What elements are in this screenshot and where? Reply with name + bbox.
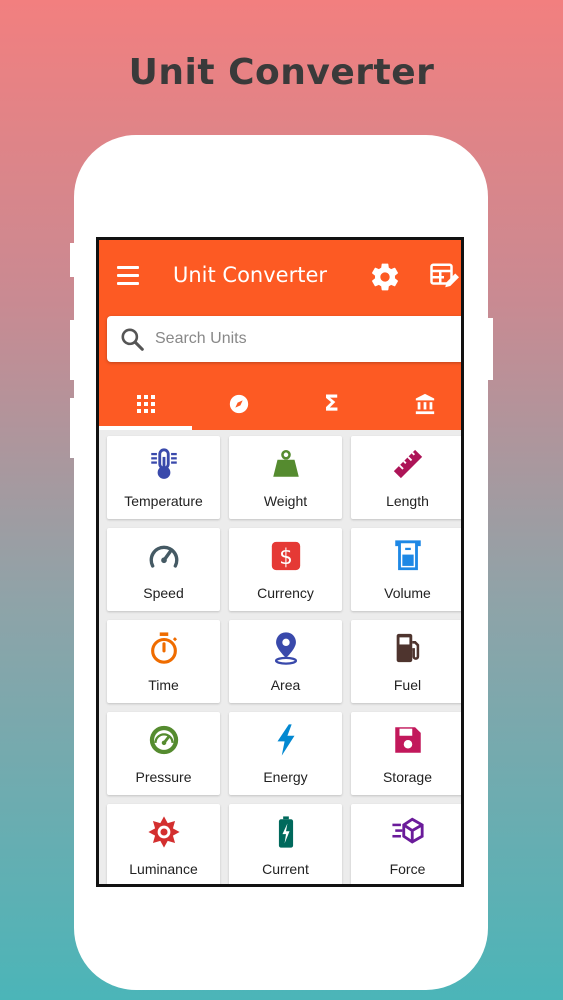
category-label: Volume xyxy=(384,585,431,601)
category-label: Currency xyxy=(257,585,314,601)
phone-side-button xyxy=(70,320,76,380)
phone-side-button xyxy=(70,243,76,277)
category-fuel[interactable]: Fuel xyxy=(351,620,461,703)
tab-compass[interactable] xyxy=(192,378,285,430)
app-bar: Unit Converter Search Units Σ xyxy=(99,240,461,430)
ruler-icon xyxy=(393,449,422,479)
location-pin-icon xyxy=(274,632,297,665)
category-energy[interactable]: Energy xyxy=(229,712,342,795)
sun-icon xyxy=(147,816,180,848)
search-bar xyxy=(107,316,461,362)
category-speed[interactable]: Speed xyxy=(107,528,220,611)
battery-charging-icon xyxy=(278,816,293,848)
tab-grid[interactable] xyxy=(99,378,192,430)
category-label: Time xyxy=(148,677,179,693)
beaker-icon xyxy=(394,540,421,571)
category-currency[interactable]: $ Currency xyxy=(229,528,342,611)
category-storage[interactable]: Storage xyxy=(351,712,461,795)
promo-title: Unit Converter xyxy=(128,52,435,93)
category-label: Storage xyxy=(382,769,433,785)
category-temperature[interactable]: Temperature xyxy=(107,436,220,519)
gear-icon[interactable] xyxy=(369,261,401,293)
category-label: Area xyxy=(270,677,301,693)
grid-icon xyxy=(136,395,155,413)
category-pressure[interactable]: Pressure xyxy=(107,712,220,795)
category-grid: Temperature Weight Length Speed $ Curren… xyxy=(99,430,461,884)
tab-sigma[interactable]: Σ xyxy=(285,378,378,430)
speedometer-icon xyxy=(149,545,178,568)
app-screen: Unit Converter Search Units Σ Temperatur… xyxy=(96,237,464,887)
category-force[interactable]: Force xyxy=(351,804,461,884)
category-label: Length xyxy=(386,493,429,509)
thermometer-icon xyxy=(150,448,177,479)
category-label: Weight xyxy=(263,493,308,509)
category-label: Temperature xyxy=(124,493,203,509)
phone-side-button xyxy=(70,398,76,458)
category-current[interactable]: Current xyxy=(229,804,342,884)
sigma-icon: Σ xyxy=(323,391,340,417)
search-icon xyxy=(121,328,144,351)
compass-icon xyxy=(229,394,248,414)
category-label: Pressure xyxy=(135,769,192,785)
phone-side-button xyxy=(487,318,493,380)
table-edit-icon[interactable] xyxy=(429,261,459,291)
menu-icon[interactable] xyxy=(117,266,139,286)
stopwatch-icon xyxy=(150,632,177,664)
category-area[interactable]: Area xyxy=(229,620,342,703)
category-luminance[interactable]: Luminance xyxy=(107,804,220,884)
force-cube-icon xyxy=(391,817,424,844)
category-label: Energy xyxy=(263,769,308,785)
category-label: Fuel xyxy=(393,677,422,693)
category-label: Current xyxy=(262,861,309,877)
category-time[interactable]: Time xyxy=(107,620,220,703)
gauge-icon xyxy=(149,725,178,755)
fuel-pump-icon xyxy=(396,633,419,663)
bank-icon xyxy=(415,393,434,415)
category-label: Speed xyxy=(143,585,184,601)
category-volume[interactable]: Volume xyxy=(351,528,461,611)
floppy-disk-icon xyxy=(394,727,421,753)
weight-icon xyxy=(272,449,299,477)
category-length[interactable]: Length xyxy=(351,436,461,519)
search-input[interactable] xyxy=(155,316,455,362)
currency-icon: $ xyxy=(271,541,300,571)
lightning-icon xyxy=(277,724,294,756)
category-weight[interactable]: Weight xyxy=(229,436,342,519)
app-title: Unit Converter xyxy=(173,263,328,287)
category-tabs: Σ xyxy=(99,378,461,430)
svg-text:$: $ xyxy=(279,545,293,570)
category-label: Luminance xyxy=(129,861,198,877)
tab-bank[interactable] xyxy=(378,378,461,430)
category-label: Force xyxy=(389,861,426,877)
